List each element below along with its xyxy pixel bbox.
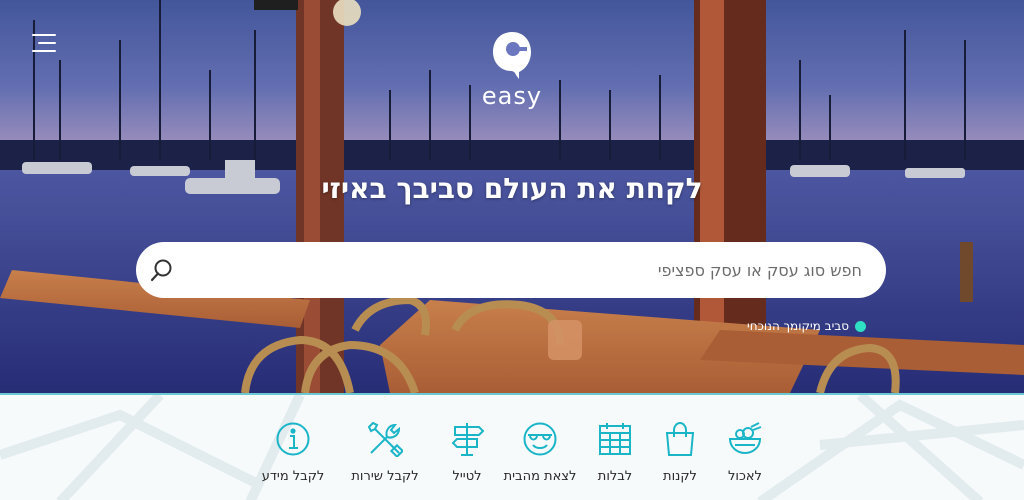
category-label: לצאת מהבית [503, 469, 577, 484]
category-go-out[interactable]: לצאת מהבית [502, 421, 578, 499]
category-fun[interactable]: לבלות [577, 421, 653, 499]
location-label: סביב מיקומך הנוכחי [747, 319, 849, 333]
category-list: לאכול לקנות לבלות לצאת מהבית לטייל לקבל … [255, 395, 775, 500]
category-travel[interactable]: לטייל [429, 421, 505, 499]
menu-line-bottom [32, 50, 56, 52]
hero-tagline: לקחת את העולם סביבך באיזי [321, 172, 703, 205]
category-label: לאכול [728, 469, 762, 484]
category-shop[interactable]: לקנות [642, 421, 718, 499]
search-input[interactable] [186, 250, 862, 290]
tools-icon [367, 421, 403, 457]
shopping-bag-icon [665, 421, 695, 456]
category-info[interactable]: לקבל מידע [255, 421, 331, 499]
menu-line-top [32, 34, 56, 36]
category-label: לקבל שירות [351, 469, 419, 484]
signpost-icon [451, 423, 485, 456]
category-service[interactable]: לקבל שירות [347, 421, 423, 499]
easy-logo-icon [493, 32, 531, 79]
search-bar [136, 242, 886, 298]
hero-banner: easy לקחת את העולם סביבך באיזי סביב מיקו… [0, 0, 1024, 393]
info-icon [276, 422, 310, 456]
category-eat[interactable]: לאכול [707, 421, 783, 499]
calendar-icon [599, 423, 631, 455]
category-label: לקנות [663, 469, 697, 484]
search-icon[interactable] [150, 258, 174, 282]
hamburger-menu-icon[interactable] [30, 32, 56, 54]
current-location-toggle[interactable]: סביב מיקומך הנוכחי [700, 316, 866, 336]
category-strip: לאכול לקנות לבלות לצאת מהבית לטייל לקבל … [0, 393, 1024, 500]
location-dot [855, 320, 866, 332]
category-label: לטייל [452, 469, 482, 484]
menu-line-middle [38, 42, 56, 44]
easy-logo[interactable]: easy [474, 30, 550, 116]
category-label: לבלות [597, 469, 633, 484]
smiley-sunglasses-icon [523, 422, 557, 456]
food-bowl-icon [728, 422, 762, 455]
category-label: לקבל מידע [261, 469, 325, 484]
logo-text: easy [481, 82, 543, 110]
